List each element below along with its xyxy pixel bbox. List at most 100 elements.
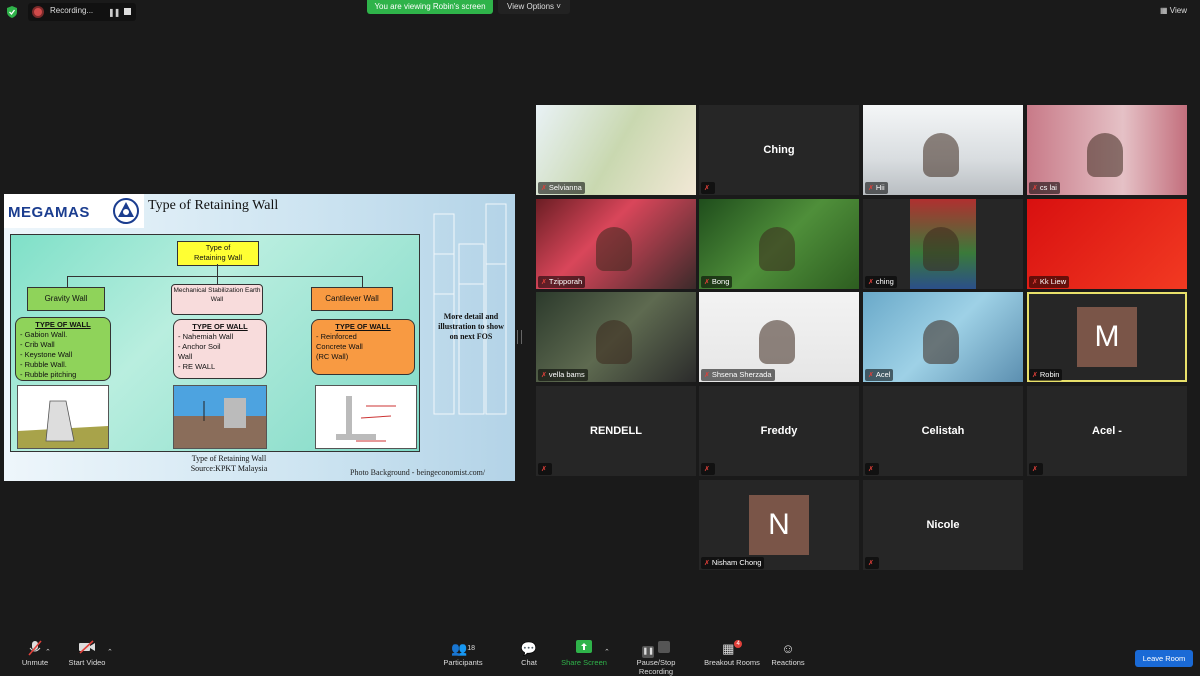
- record-dot-icon: [34, 8, 42, 16]
- participant-tile[interactable]: M ✗ Robin: [1027, 292, 1187, 382]
- participant-tile[interactable]: ✗ Bong: [699, 199, 859, 289]
- participant-tile[interactable]: RENDELL ✗: [536, 386, 696, 476]
- share-screen-label: Share Screen: [561, 658, 607, 667]
- cantilever-wall-illustration: [315, 385, 417, 449]
- participant-tile[interactable]: ✗ Kk Liew: [1027, 199, 1187, 289]
- participant-name: vella bams: [548, 370, 585, 379]
- participant-tile[interactable]: Nicole ✗: [863, 480, 1023, 570]
- list-item: - Reinforced: [316, 332, 357, 341]
- mse-wall-box: Mechanical Stabilization Earth Wall: [171, 284, 263, 315]
- list-item: - Anchor Soil: [178, 342, 221, 351]
- participants-button[interactable]: 👥18 Participants: [428, 640, 498, 667]
- caption-source: Source:KPKT Malaysia: [190, 464, 268, 473]
- view-options-button[interactable]: View Options ˅: [498, 0, 570, 14]
- person-silhouette: [759, 227, 795, 271]
- connector: [67, 276, 68, 287]
- mic-muted-icon: ✗: [704, 372, 710, 379]
- mic-muted-icon: ✗: [1032, 279, 1038, 286]
- list-item: - RE WALL: [178, 362, 216, 371]
- participant-tile[interactable]: Acel - ✗: [1027, 386, 1187, 476]
- participant-tile[interactable]: Ching ✗: [699, 105, 859, 195]
- participant-label: ✗: [701, 182, 715, 194]
- participant-name: Nisham Chong: [711, 558, 762, 567]
- diagram-root: Type of Retaining Wall: [177, 241, 259, 266]
- participant-name: Hii: [875, 183, 885, 192]
- participant-tile[interactable]: N ✗ Nisham Chong: [699, 480, 859, 570]
- participant-tile[interactable]: ✗ Selvianna: [536, 105, 696, 195]
- participant-name: Kk Liew: [1039, 277, 1067, 286]
- participant-name: Shsena Sherzada: [711, 370, 772, 379]
- share-options-chevron-icon[interactable]: ⌃: [604, 648, 610, 656]
- mic-muted-icon: ✗: [868, 372, 874, 379]
- record-label: Pause/Stop Recording: [636, 658, 676, 676]
- participant-label: ✗ Kk Liew: [1029, 276, 1070, 288]
- participant-label: ✗ cs lai: [1029, 182, 1060, 194]
- mic-muted-icon: ✗: [1032, 372, 1038, 379]
- pause-stop-recording-button[interactable]: ❚❚ Pause/Stop Recording: [620, 640, 692, 676]
- mse-wall-illustration: [173, 385, 267, 449]
- participant-name-large: Freddy: [760, 425, 798, 437]
- list-item: (RC Wall): [316, 352, 349, 361]
- participant-label: ✗ Shsena Sherzada: [701, 369, 775, 381]
- participant-label: ✗ Acel: [865, 369, 894, 381]
- person-silhouette: [923, 320, 959, 364]
- participant-name-large: Nicole: [926, 519, 960, 531]
- list-heading: TYPE OF WALL: [335, 322, 391, 331]
- participant-tile[interactable]: ✗ vella bams: [536, 292, 696, 382]
- recording-label: Recording...: [50, 6, 94, 15]
- connector: [217, 276, 218, 284]
- mic-muted-icon: ✗: [868, 466, 874, 473]
- participant-name: Selvianna: [548, 183, 582, 192]
- leave-room-button[interactable]: Leave Room: [1135, 650, 1193, 667]
- recording-indicator: Recording... ❚❚: [28, 3, 136, 21]
- person-silhouette: [596, 227, 632, 271]
- participants-count: 18: [467, 645, 475, 652]
- participant-tile[interactable]: ✗ Hii: [863, 105, 1023, 195]
- grid-icon: ▦: [1160, 6, 1170, 15]
- list-item: - Gabion Wall.: [20, 330, 68, 339]
- person-silhouette: [923, 133, 959, 177]
- stop-icon[interactable]: [124, 8, 131, 15]
- recording-controls-icon: ❚❚: [620, 640, 692, 658]
- side-note: More detail and illustration to show on …: [438, 312, 504, 341]
- logo-emblem-icon: [113, 198, 139, 224]
- participant-tile[interactable]: ✗ Tzipporah: [536, 199, 696, 289]
- participant-label: ✗ Hii: [865, 182, 888, 194]
- reactions-button[interactable]: ☺ Reactions: [753, 640, 823, 667]
- participant-tile[interactable]: Celistah ✗: [863, 386, 1023, 476]
- list-heading: TYPE OF WALL: [192, 322, 248, 331]
- mic-muted-icon: ✗: [868, 279, 874, 286]
- gravity-wall-box: Gravity Wall: [27, 287, 105, 311]
- list-item: - Rubble pitching: [20, 370, 77, 379]
- slide-title: Type of Retaining Wall: [148, 198, 279, 213]
- person-silhouette: [759, 320, 795, 364]
- participant-tile[interactable]: ✗ Shsena Sherzada: [699, 292, 859, 382]
- participant-label: ✗ Selvianna: [538, 182, 585, 194]
- view-button[interactable]: ▦ View: [1160, 6, 1187, 15]
- participant-name-large: Celistah: [921, 425, 965, 437]
- mic-muted-icon: ✗: [541, 279, 547, 286]
- pause-icon[interactable]: ❚❚: [108, 8, 120, 17]
- participant-tile[interactable]: ✗ ching: [863, 199, 1023, 289]
- top-bar: Recording... ❚❚ You are viewing Robin's …: [0, 0, 1200, 24]
- logo: MEGAMAS: [4, 194, 144, 228]
- participant-tile[interactable]: ✗ Acel: [863, 292, 1023, 382]
- participant-tile[interactable]: ✗ cs lai: [1027, 105, 1187, 195]
- participant-label: ✗ Robin: [1029, 369, 1063, 381]
- participant-name: Tzipporah: [548, 277, 583, 286]
- reactions-icon: ☺: [781, 641, 795, 656]
- list-item: - Rubble Wall.: [20, 360, 67, 369]
- mic-muted-icon: ✗: [541, 372, 547, 379]
- participant-tile[interactable]: Freddy ✗: [699, 386, 859, 476]
- breakout-badge: 4: [734, 640, 742, 648]
- audio-options-chevron-icon[interactable]: ⌃: [45, 648, 51, 656]
- participant-label: ✗ vella bams: [538, 369, 588, 381]
- slide-caption: Type of Retaining Wall Source:KPKT Malay…: [154, 454, 304, 474]
- split-divider-handle[interactable]: [517, 330, 522, 344]
- video-options-chevron-icon[interactable]: ⌃: [107, 648, 113, 656]
- mic-muted-icon: ✗: [541, 185, 547, 192]
- participant-label: ✗ Tzipporah: [538, 276, 586, 288]
- list-heading: TYPE OF WALL: [35, 320, 91, 329]
- participant-name: Bong: [711, 277, 730, 286]
- shared-screen: MEGAMAS Type of Retaining Wall Type of R…: [4, 194, 515, 481]
